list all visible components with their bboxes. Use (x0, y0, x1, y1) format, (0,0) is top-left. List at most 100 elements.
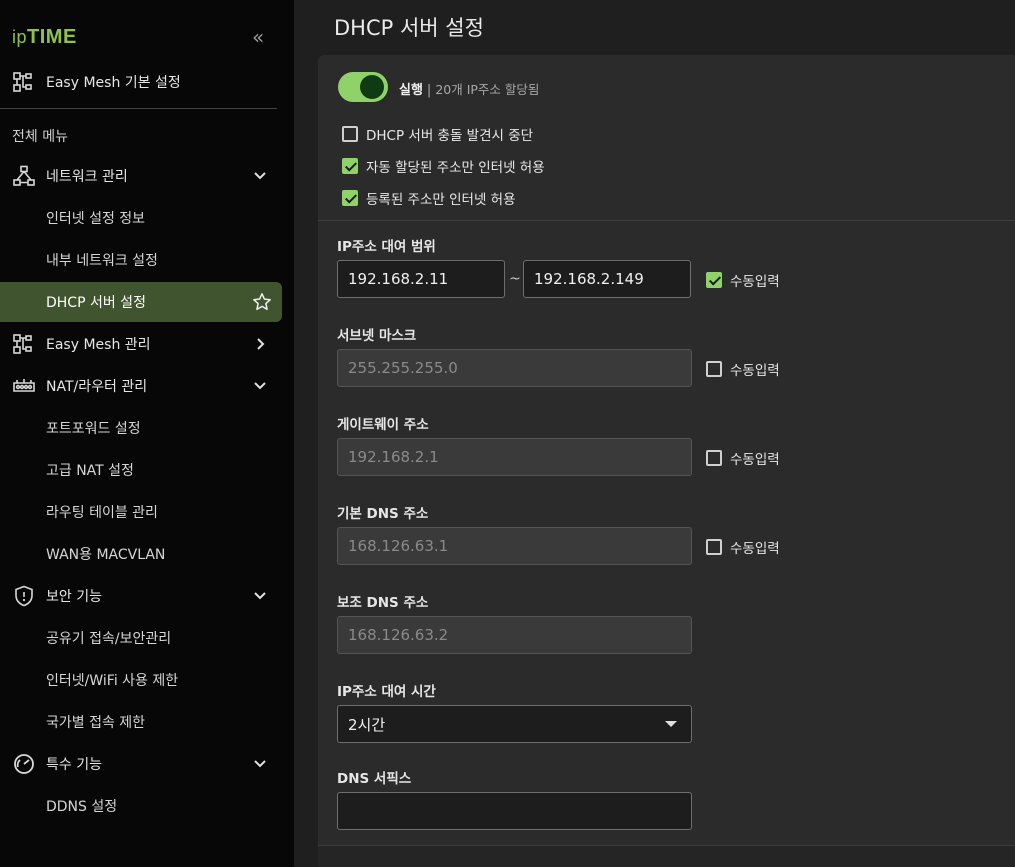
option-label: 등록된 주소만 인터넷 허용 (366, 192, 516, 208)
subnet-manual[interactable]: 수동입력 (706, 359, 780, 379)
collapse-sidebar-icon[interactable]: « (252, 27, 272, 47)
sidebar-divider (0, 108, 277, 109)
dns1-label: 기본 DNS 주소 (337, 506, 429, 522)
sidebar-item-label: 인터넷 설정 정보 (46, 211, 146, 227)
ip-range-start-input[interactable]: 192.168.2.11 (337, 260, 505, 298)
dns1-input[interactable]: 168.126.63.1 (337, 527, 692, 565)
sidebar-item-label: 국가별 접속 제한 (46, 715, 146, 731)
ip-range-end-input[interactable]: 192.168.2.149 (523, 260, 691, 298)
checkbox[interactable] (342, 158, 358, 174)
sidebar-item-label: 내부 네트워크 설정 (46, 253, 158, 269)
main-content: DHCP 서버 설정 실행 | 20개 IP주소 할당됨 DHCP 서버 충돌 발견… (294, 0, 1015, 867)
checkbox[interactable] (706, 361, 722, 377)
subnet-label: 서브넷 마스크 (337, 328, 417, 344)
dhcp-settings-card: 실행 | 20개 IP주소 할당됨 DHCP 서버 충돌 발견시 중단 자동 할당된… (318, 55, 1015, 867)
sidebar-item-label: DHCP 서버 설정 (46, 295, 146, 311)
sidebar-item-label: 포트포워드 설정 (46, 421, 141, 437)
chevron-right-icon[interactable] (252, 336, 268, 352)
sidebar-item-routing-table[interactable]: 라우팅 테이블 관리 (0, 492, 282, 532)
dns1-manual[interactable]: 수동입력 (706, 537, 780, 557)
sidebar-item-label: Easy Mesh 관리 (46, 337, 151, 353)
checkbox[interactable] (342, 190, 358, 206)
ip-range-label: IP주소 대여 범위 (337, 239, 436, 255)
page-title: DHCP 서버 설정 (334, 16, 484, 40)
divider (318, 220, 1015, 221)
sidebar: ipTIME « Easy Mesh 기본 설정 전체 메뉴 네트워크 관리 인… (0, 0, 294, 867)
dns-suffix-label: DNS 서픽스 (337, 771, 412, 787)
sidebar-item-label: 특수 기능 (46, 757, 102, 773)
checkbox[interactable] (706, 450, 722, 466)
sidebar-item-wan-macvlan[interactable]: WAN용 MACVLAN (0, 534, 282, 574)
sidebar-item-label: WAN용 MACVLAN (46, 547, 166, 563)
manual-label: 수동입력 (730, 452, 780, 468)
sidebar-item-label: NAT/라우터 관리 (46, 379, 148, 395)
sidebar-item-router-access[interactable]: 공유기 접속/보안관리 (0, 618, 282, 658)
star-icon[interactable] (252, 292, 272, 312)
option-registered-only[interactable]: 등록된 주소만 인터넷 허용 (342, 188, 516, 208)
ip-range-manual[interactable]: 수동입력 (706, 270, 780, 290)
sidebar-item-security[interactable]: 보안 기능 (0, 576, 282, 616)
card-footer (318, 845, 1015, 867)
sidebar-item-label: 네트워크 관리 (46, 169, 128, 185)
router-icon (13, 379, 35, 392)
dns-suffix-input[interactable] (337, 792, 692, 830)
manual-label: 수동입력 (730, 541, 780, 557)
lease-time-select[interactable]: 2시간 (337, 705, 692, 743)
gateway-manual[interactable]: 수동입력 (706, 448, 780, 468)
manual-label: 수동입력 (730, 363, 780, 379)
status-separator: | (426, 83, 432, 98)
option-label: DHCP 서버 충돌 발견시 중단 (366, 128, 534, 144)
sidebar-item-internal-network[interactable]: 내부 네트워크 설정 (0, 240, 282, 280)
sidebar-item-easy-mesh[interactable]: Easy Mesh 관리 (0, 324, 282, 364)
sidebar-item-label: 고급 NAT 설정 (46, 463, 134, 479)
dns2-label: 보조 DNS 주소 (337, 595, 429, 611)
network-icon (13, 165, 35, 186)
toggle-knob (360, 75, 384, 99)
option-auto-assigned-only[interactable]: 자동 할당된 주소만 인터넷 허용 (342, 156, 545, 176)
range-separator: ~ (509, 271, 521, 287)
dhcp-status: 실행 | 20개 IP주소 할당됨 (399, 79, 539, 98)
dns2-input[interactable]: 168.126.63.2 (337, 616, 692, 654)
sidebar-item-advanced-nat[interactable]: 고급 NAT 설정 (0, 450, 282, 490)
status-on-label: 실행 (399, 83, 423, 98)
manual-label: 수동입력 (730, 274, 780, 290)
sidebar-item-port-forward[interactable]: 포트포워드 설정 (0, 408, 282, 448)
gateway-input[interactable]: 192.168.2.1 (337, 438, 692, 476)
sidebar-item-label: 라우팅 테이블 관리 (46, 505, 158, 521)
iptime-logo[interactable]: ipTIME (12, 26, 77, 49)
sidebar-item-ddns[interactable]: DDNS 설정 (0, 786, 282, 826)
sidebar-item-special[interactable]: 특수 기능 (0, 744, 282, 784)
sidebar-item-country-limit[interactable]: 국가별 접속 제한 (0, 702, 282, 742)
all-menu-title: 전체 메뉴 (12, 129, 68, 145)
dhcp-enable-toggle[interactable] (338, 72, 388, 102)
option-stop-on-conflict[interactable]: DHCP 서버 충돌 발견시 중단 (342, 124, 533, 144)
chevron-down-icon[interactable] (252, 378, 268, 394)
sidebar-item-label: Easy Mesh 기본 설정 (46, 75, 181, 91)
sidebar-item-label: 보안 기능 (46, 589, 102, 605)
checkbox[interactable] (706, 539, 722, 555)
sidebar-item-dhcp-server[interactable]: DHCP 서버 설정 (0, 282, 282, 322)
chevron-down-icon[interactable] (252, 756, 268, 772)
sidebar-item-network[interactable]: 네트워크 관리 (0, 156, 282, 196)
mesh-icon (13, 334, 32, 354)
sidebar-item-internet-info[interactable]: 인터넷 설정 정보 (0, 198, 282, 238)
option-label: 자동 할당된 주소만 인터넷 허용 (366, 160, 545, 176)
gateway-label: 게이트웨이 주소 (337, 417, 429, 433)
sidebar-item-nat-router[interactable]: NAT/라우터 관리 (0, 366, 282, 406)
sidebar-item-label: 인터넷/WiFi 사용 제한 (46, 673, 179, 689)
checkbox[interactable] (706, 272, 722, 288)
sidebar-item-easy-mesh-basic[interactable]: Easy Mesh 기본 설정 (0, 62, 282, 102)
shield-icon (15, 585, 33, 607)
status-assigned-count: 20개 IP주소 할당됨 (435, 82, 540, 97)
subnet-input[interactable]: 255.255.255.0 (337, 349, 692, 387)
checkbox[interactable] (342, 126, 358, 142)
sidebar-item-label: DDNS 설정 (46, 799, 118, 815)
lease-label: IP주소 대여 시간 (337, 684, 436, 700)
mesh-icon (13, 72, 32, 92)
chevron-down-icon[interactable] (252, 588, 268, 604)
dropdown-arrow-icon (665, 721, 677, 727)
lease-time-value: 2시간 (348, 715, 386, 734)
chevron-down-icon[interactable] (252, 168, 268, 184)
sidebar-item-label: 공유기 접속/보안관리 (46, 631, 172, 647)
sidebar-item-internet-wifi-limit[interactable]: 인터넷/WiFi 사용 제한 (0, 660, 282, 700)
